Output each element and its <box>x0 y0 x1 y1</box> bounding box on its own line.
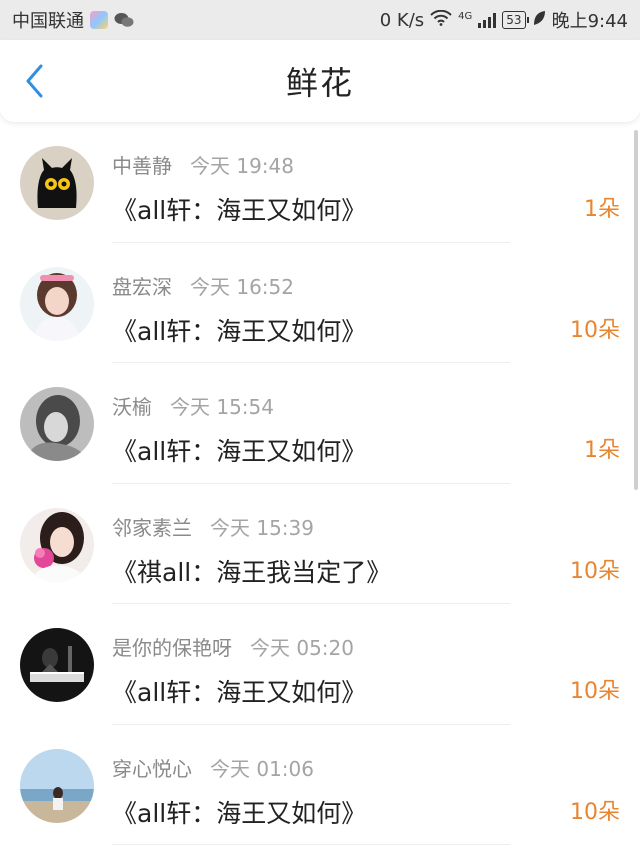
network-speed: 0 K/s <box>379 9 425 31</box>
timestamp: 今天 16:52 <box>190 274 294 299</box>
item-info: 盘宏深 今天 16:52 《all轩：海王又如何》 <box>112 271 640 348</box>
flower-count: 1朵 <box>584 197 620 222</box>
item-info: 邻家素兰 今天 15:39 《祺all：海王我当定了》 <box>112 512 640 589</box>
list-item[interactable]: 邻家素兰 今天 15:39 《祺all：海王我当定了》 10朵 <box>0 484 640 604</box>
battery-level: 53 <box>506 13 522 27</box>
app-notification-icon <box>90 11 108 29</box>
timestamp: 今天 15:54 <box>170 395 274 419</box>
list-item[interactable]: 是你的保艳呀 今天 05:20 《all轩：海王又如何》 10朵 <box>0 604 640 725</box>
page-header: 鲜花 <box>0 40 640 122</box>
item-meta: 穿心悦心 今天 01:06 <box>112 753 640 782</box>
chevron-left-icon <box>26 64 43 98</box>
back-button[interactable] <box>18 64 52 98</box>
item-meta: 沃榆 今天 15:54 <box>112 391 640 420</box>
wechat-icon <box>114 12 134 28</box>
page-title: 鲜花 <box>285 64 354 102</box>
flower-count: 1朵 <box>584 438 620 463</box>
username[interactable]: 盘宏深 <box>112 271 172 300</box>
network-type: 4G <box>458 11 473 22</box>
list-item[interactable]: 沃榆 今天 15:54 《all轩：海王又如何》 1朵 <box>0 363 640 484</box>
work-title[interactable]: 《all轩：海王又如何》 <box>112 312 640 348</box>
item-meta: 邻家素兰 今天 15:39 <box>112 512 640 541</box>
list-item[interactable]: 盘宏深 今天 16:52 《all轩：海王又如何》 10朵 <box>0 243 640 363</box>
timestamp: 今天 19:48 <box>190 154 294 178</box>
flower-count: 10朵 <box>570 679 620 704</box>
item-info: 穿心悦心 今天 01:06 《all轩：海王又如何》 <box>112 753 640 830</box>
item-info: 是你的保艳呀 今天 05:20 《all轩：海王又如何》 <box>112 632 640 709</box>
username[interactable]: 邻家素兰 <box>112 512 192 541</box>
status-right: 0 K/s 4G 53 晚上9:44 <box>380 7 628 33</box>
item-meta: 是你的保艳呀 今天 05:20 <box>112 632 640 661</box>
timestamp: 今天 05:20 <box>250 636 354 660</box>
clock-time: 晚上9:44 <box>551 11 628 32</box>
status-bar: 中国联通 0 K/s 4G 53 晚上9:44 <box>0 0 640 40</box>
status-left: 中国联通 <box>12 7 134 33</box>
timestamp: 今天 01:06 <box>210 756 314 781</box>
avatar[interactable] <box>20 507 94 582</box>
avatar[interactable] <box>20 266 94 341</box>
avatar[interactable] <box>20 146 94 220</box>
item-info: 沃榆 今天 15:54 《all轩：海王又如何》 <box>112 391 640 468</box>
item-meta: 中善静 今天 19:48 <box>112 150 640 179</box>
flower-list: 中善静 今天 19:48 《all轩：海王又如何》 1朵 盘宏深 今天 16:5… <box>0 122 640 845</box>
leaf-icon <box>532 10 546 31</box>
work-title[interactable]: 《all轩：海王又如何》 <box>112 191 640 227</box>
signal-icon <box>478 12 497 28</box>
username[interactable]: 中善静 <box>112 150 172 179</box>
item-info: 中善静 今天 19:48 《all轩：海王又如何》 <box>112 150 640 227</box>
flower-count: 10朵 <box>570 558 620 584</box>
scrollbar[interactable] <box>634 130 638 490</box>
username[interactable]: 沃榆 <box>112 391 152 420</box>
timestamp: 今天 15:39 <box>210 515 314 540</box>
work-title[interactable]: 《all轩：海王又如何》 <box>112 673 640 709</box>
carrier-label: 中国联通 <box>12 11 84 32</box>
work-title[interactable]: 《all轩：海王又如何》 <box>112 794 640 830</box>
avatar[interactable] <box>20 748 94 823</box>
list-item[interactable]: 穿心悦心 今天 01:06 《all轩：海王又如何》 10朵 <box>0 725 640 845</box>
username[interactable]: 是你的保艳呀 <box>112 632 232 661</box>
battery-icon: 53 <box>502 11 529 29</box>
avatar[interactable] <box>20 387 94 461</box>
flower-count: 10朵 <box>570 799 620 825</box>
item-meta: 盘宏深 今天 16:52 <box>112 271 640 300</box>
list-item[interactable]: 中善静 今天 19:48 《all轩：海王又如何》 1朵 <box>0 122 640 243</box>
flower-count: 10朵 <box>570 317 620 343</box>
wifi-icon <box>430 9 452 31</box>
work-title[interactable]: 《祺all：海王我当定了》 <box>112 553 640 589</box>
work-title[interactable]: 《all轩：海王又如何》 <box>112 432 640 468</box>
avatar[interactable] <box>20 628 94 702</box>
username[interactable]: 穿心悦心 <box>112 753 192 782</box>
